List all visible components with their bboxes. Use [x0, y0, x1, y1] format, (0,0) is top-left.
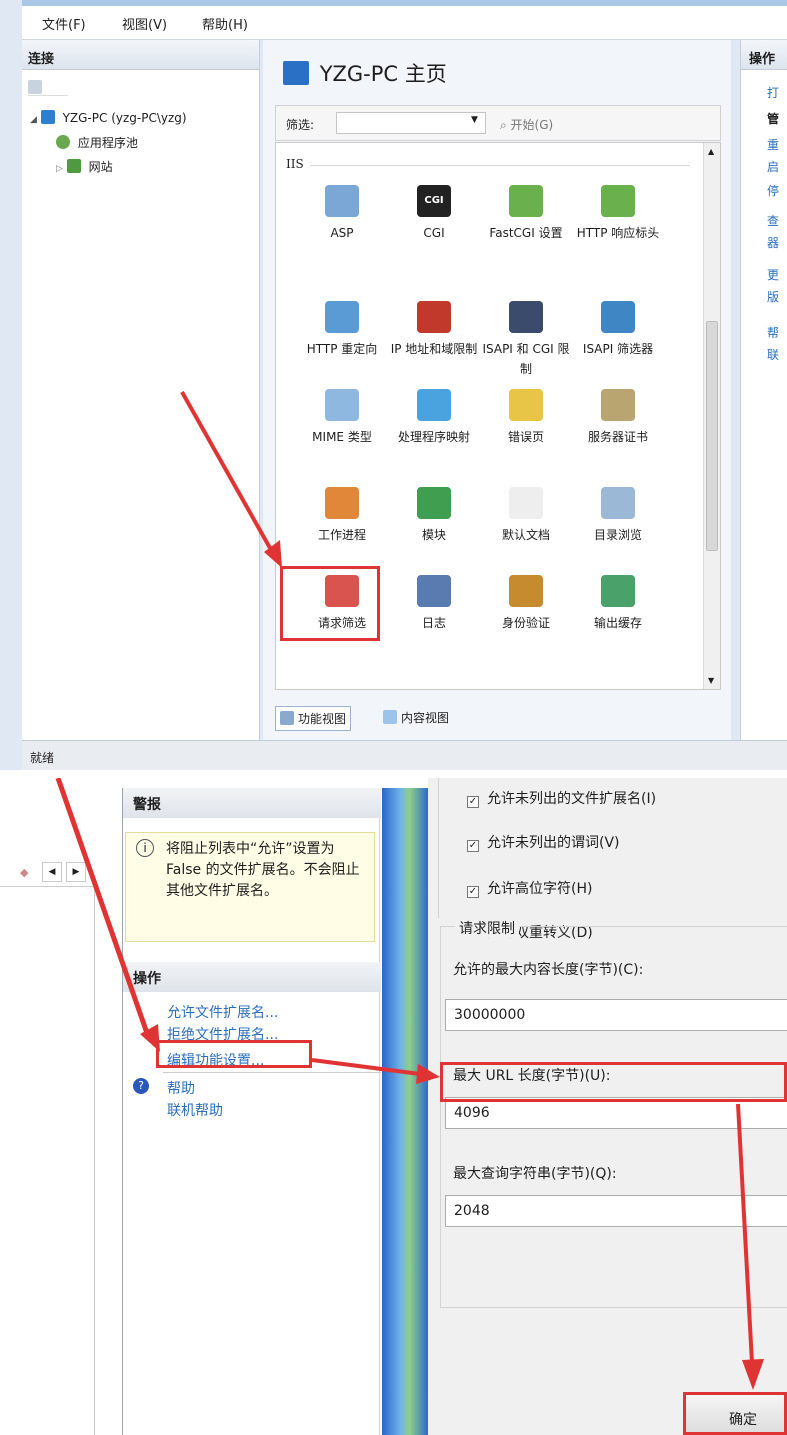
request-filtering-settings-screenshot: ◆ ◀ ▶ 警报 i 将阻止列表中“允许”设置为 False 的文件扩展名。不会…: [0, 778, 787, 1435]
annotation-arrows-bottom: [55, 778, 764, 1390]
annotation-arrow-top: [180, 391, 282, 568]
iis-manager-screenshot: 文件(F) 视图(V) 帮助(H) 连接 ◢ YZG-PC (yzg-PC\yz…: [0, 0, 787, 770]
